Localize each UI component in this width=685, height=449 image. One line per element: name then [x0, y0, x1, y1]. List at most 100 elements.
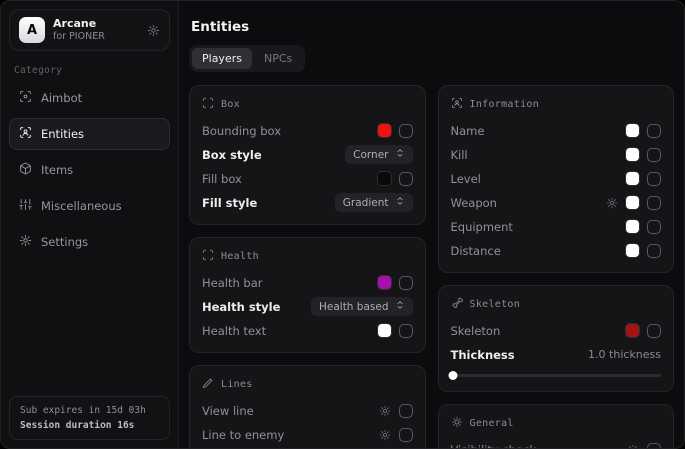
box-style-dropdown[interactable]: Corner — [345, 145, 412, 164]
color-swatch[interactable] — [626, 220, 639, 233]
dropdown-value: Corner — [353, 149, 388, 161]
main-content: Entities Players NPCs Box Bounding box — [179, 1, 684, 448]
color-swatch[interactable] — [378, 172, 391, 185]
tab-npcs[interactable]: NPCs — [254, 48, 302, 69]
information-panel: Information Name Kill — [438, 85, 675, 273]
setting-label: Kill — [451, 148, 468, 162]
sidebar-item-label: Miscellaneous — [41, 199, 122, 213]
dropdown-value: Gradient — [343, 197, 389, 209]
setting-label: Line to enemy — [202, 428, 284, 442]
color-swatch[interactable] — [378, 124, 391, 137]
setting-row: Health bar — [202, 272, 413, 293]
app-subtitle: for PIONER — [53, 31, 105, 43]
sun-gear-icon — [451, 416, 463, 431]
bone-icon — [451, 297, 463, 312]
sidebar-item-miscellaneous[interactable]: Miscellaneous — [9, 190, 170, 222]
sidebar-item-label: Settings — [41, 235, 88, 249]
color-swatch[interactable] — [626, 148, 639, 161]
category-label: Category — [14, 65, 178, 76]
corner-brackets-icon — [202, 97, 214, 112]
thickness-slider[interactable] — [451, 371, 662, 380]
checkbox[interactable] — [647, 220, 661, 234]
skeleton-panel: Skeleton Skeleton Thickness 1.0 thicknes… — [438, 285, 675, 392]
setting-row: Kill — [451, 144, 662, 165]
sidebar: A Arcane for PIONER Category Aimbot Enti… — [1, 1, 179, 448]
setting-label: View line — [202, 404, 254, 418]
panel-title: Box — [221, 99, 240, 110]
checkbox[interactable] — [399, 324, 413, 338]
checkbox[interactable] — [399, 172, 413, 186]
setting-row: View line — [202, 400, 413, 421]
checkbox[interactable] — [647, 148, 661, 162]
sidebar-item-label: Entities — [41, 127, 84, 141]
sidebar-item-items[interactable]: Items — [9, 154, 170, 186]
health-style-dropdown[interactable]: Health based — [311, 297, 413, 316]
setting-label: Visibility check — [451, 443, 537, 449]
checkbox[interactable] — [647, 124, 661, 138]
setting-label: Thickness — [451, 348, 515, 362]
box-panel: Box Bounding box Box style Corner — [189, 85, 426, 225]
checkbox[interactable] — [647, 172, 661, 186]
sliders-icon — [19, 198, 32, 214]
checkbox[interactable] — [647, 443, 661, 449]
sidebar-item-settings[interactable]: Settings — [9, 226, 170, 258]
gear-icon[interactable] — [606, 197, 618, 209]
fill-style-dropdown[interactable]: Gradient — [335, 193, 413, 212]
gear-icon[interactable] — [379, 429, 391, 441]
setting-row: Weapon — [451, 192, 662, 213]
slider-thumb[interactable] — [448, 371, 457, 380]
setting-row: Fill box — [202, 168, 413, 189]
checkbox[interactable] — [399, 276, 413, 290]
setting-row: Level — [451, 168, 662, 189]
health-panel: Health Health bar Health style Health ba… — [189, 237, 426, 353]
gear-icon[interactable] — [147, 24, 160, 37]
color-swatch[interactable] — [378, 276, 391, 289]
sidebar-item-label: Aimbot — [41, 91, 82, 105]
setting-label: Skeleton — [451, 324, 501, 338]
setting-label: Health style — [202, 300, 280, 314]
general-panel: General Visibility check Max distance 50… — [438, 404, 675, 448]
color-swatch[interactable] — [626, 324, 639, 337]
gear-icon[interactable] — [379, 405, 391, 417]
checkbox[interactable] — [647, 324, 661, 338]
sidebar-nav: Aimbot Entities Items Miscellaneous Sett… — [1, 82, 178, 258]
setting-row: Line to enemy — [202, 424, 413, 445]
sidebar-item-entities[interactable]: Entities — [9, 118, 170, 150]
color-swatch[interactable] — [626, 244, 639, 257]
pencil-line-icon — [202, 377, 214, 392]
panel-title: Information — [470, 99, 540, 110]
checkbox[interactable] — [399, 428, 413, 442]
setting-label: Name — [451, 124, 485, 138]
session-duration-text: Session duration 16s — [20, 420, 159, 431]
slider-track[interactable] — [451, 374, 662, 377]
logo-card: A Arcane for PIONER — [9, 9, 170, 51]
setting-row: Health style Health based — [202, 296, 413, 317]
color-swatch[interactable] — [626, 196, 639, 209]
checkbox[interactable] — [399, 404, 413, 418]
checkbox[interactable] — [399, 124, 413, 138]
setting-label: Weapon — [451, 196, 497, 210]
color-swatch[interactable] — [378, 324, 391, 337]
setting-row: Bounding box — [202, 120, 413, 141]
checkbox[interactable] — [647, 244, 661, 258]
panel-title: Health — [221, 251, 259, 262]
gear-icon[interactable] — [627, 444, 639, 449]
color-swatch[interactable] — [626, 124, 639, 137]
setting-label: Box style — [202, 148, 262, 162]
app-logo: A — [19, 17, 45, 43]
setting-label: Bounding box — [202, 124, 281, 138]
sidebar-item-aimbot[interactable]: Aimbot — [9, 82, 170, 114]
tab-players[interactable]: Players — [192, 48, 252, 69]
setting-row: Visibility check — [451, 439, 662, 448]
setting-row: Name — [451, 120, 662, 141]
app-title: Arcane — [53, 17, 105, 31]
setting-row: Skeleton — [451, 320, 662, 341]
checkbox[interactable] — [647, 196, 661, 210]
sidebar-item-label: Items — [41, 163, 73, 177]
chevrons-up-down-icon — [395, 196, 405, 209]
gear-icon — [19, 234, 32, 250]
tab-bar: Players NPCs — [189, 45, 305, 72]
setting-label: Fill box — [202, 172, 242, 186]
color-swatch[interactable] — [626, 172, 639, 185]
setting-row: Fill style Gradient — [202, 192, 413, 213]
